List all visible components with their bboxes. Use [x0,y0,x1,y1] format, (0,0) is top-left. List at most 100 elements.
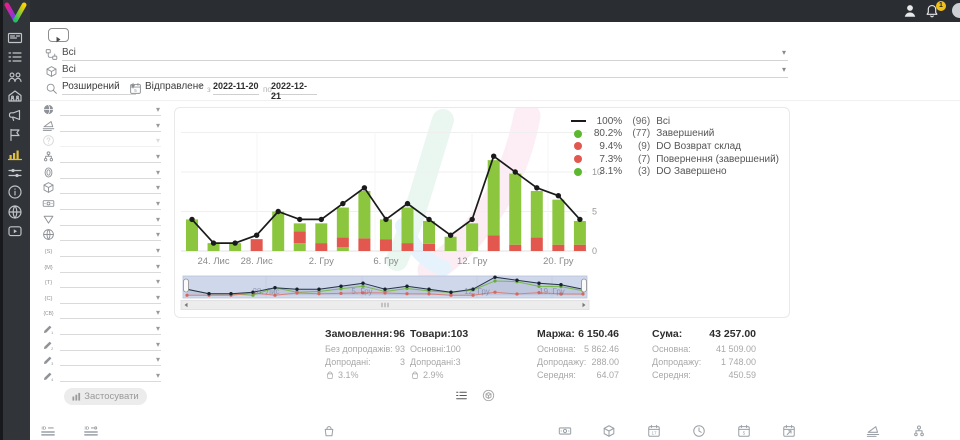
line-point[interactable] [448,233,453,238]
date-type-dropdown[interactable]: Відправлене ▾ [145,81,203,95]
filter-field[interactable] [60,256,161,257]
filter-row-sitemap[interactable]: ▾ [40,150,161,164]
filter-row-pencil-3[interactable]: 3▾ [40,353,161,367]
line-point[interactable] [556,193,561,198]
filter-field[interactable] [60,350,161,351]
line-point[interactable] [534,185,539,190]
legend-item[interactable]: 100%(96)Всі [570,115,779,128]
filter-row-tag-m[interactable]: {M}▾ [40,260,161,274]
toolbar-banknote-icon[interactable] [558,424,572,438]
bar-segment [445,237,457,251]
line-point[interactable] [513,169,518,174]
sidebar-flag-icon[interactable] [7,127,23,143]
app-logo-icon[interactable] [4,2,27,23]
filter-field[interactable] [60,193,161,194]
legend-item[interactable]: 3.1%(3)DO Завершено [570,165,779,178]
filter-field[interactable] [60,334,161,335]
sidebar-analytics-icon[interactable] [7,146,23,162]
filter-row-tag-t[interactable]: {T}▾ [40,275,161,289]
line-point[interactable] [426,217,431,222]
line-point[interactable] [469,217,474,222]
filter-field[interactable] [60,287,161,288]
sidebar-globe-icon[interactable] [7,204,23,220]
filter-field[interactable] [60,381,161,382]
legend-item[interactable]: 80.2%(77)Завершений [570,128,779,141]
filter-row-globe[interactable]: ▾ [40,228,161,242]
line-point[interactable] [405,201,410,206]
sidebar-orders-list-icon[interactable] [7,49,23,65]
line-point[interactable] [276,209,281,214]
date-to-field[interactable]: 2022-12-21 [271,81,317,95]
filter-field[interactable] [60,209,161,210]
filter-field[interactable] [60,146,161,147]
sidebar-sliders-icon[interactable] [7,165,23,181]
filter-field[interactable] [60,240,161,241]
legend-item[interactable]: 9.4%(9)DO Возврат склад [570,140,779,153]
bars[interactable] [186,160,586,251]
filter-field[interactable] [60,131,161,132]
toolbar-id-lines-icon[interactable]: ID [41,424,55,438]
filter-row-funnel[interactable]: ▾ [40,213,161,227]
line-point[interactable] [362,185,367,190]
toolbar-clock-icon[interactable] [692,424,706,438]
sidebar-megaphone-icon[interactable] [7,107,23,123]
view-toggle-list-toggle[interactable] [455,389,468,402]
filter-row-tag-cb[interactable]: {CB}▾ [40,306,161,320]
line-point[interactable] [491,154,496,159]
filter-row-globe-filled[interactable]: ▾ [40,103,161,117]
line-point[interactable] [340,201,345,206]
filter-field[interactable] [60,303,161,304]
filter-row-tag-c[interactable]: {C}▾ [40,291,161,305]
toolbar-calendar-17-icon[interactable]: 17 [647,424,661,438]
filter-row-package[interactable]: ▾ [40,181,161,195]
stat-row-label: Без допродажів: [325,344,393,354]
sidebar-video-icon[interactable] [7,223,23,239]
line-point[interactable] [297,217,302,222]
legend-item[interactable]: 7.3%(7)Повернення (завершений) [570,153,779,166]
line-point[interactable] [577,217,582,222]
filter-field[interactable] [60,162,161,163]
filter-row-ruler[interactable]: ▾ [40,119,161,133]
toolbar-bag-icon[interactable] [322,424,336,438]
source-dropdown[interactable]: Всі ▾ [62,47,788,61]
filter-row-fingerprint[interactable]: ▾ [40,166,161,180]
line-point[interactable] [189,217,194,222]
filter-field[interactable] [60,272,161,273]
toolbar-package-icon[interactable] [602,424,616,438]
sidebar-monitor-icon[interactable] [7,30,23,46]
filter-row-pencil-4[interactable]: 4▾ [40,369,161,383]
filter-row-pencil-2[interactable]: 2▾ [40,338,161,352]
minimap-handle-left[interactable] [184,279,189,292]
search-mode-dropdown[interactable]: Розширений ▾ [62,81,136,95]
filter-field[interactable] [60,318,161,319]
toolbar-sitemap-icon[interactable] [912,424,926,438]
filter-row-help[interactable]: ▾ [40,134,161,148]
line-point[interactable] [383,217,388,222]
line-point[interactable] [319,217,324,222]
sidebar-warehouse-icon[interactable] [7,88,23,104]
minimap-handle-right[interactable] [582,279,587,292]
product-dropdown[interactable]: Всі ▾ [62,64,788,78]
apply-button[interactable]: Застосувати [64,388,147,405]
user-icon[interactable] [902,3,918,19]
sidebar-info-icon[interactable] [7,184,23,200]
sidebar-customers-icon[interactable] [7,69,23,85]
line-point[interactable] [232,240,237,245]
filter-field[interactable] [60,225,161,226]
filter-field[interactable] [60,365,161,366]
filter-row-banknote[interactable]: ▾ [40,197,161,211]
toolbar-calendar-export-icon[interactable] [782,424,796,438]
filter-row-pencil-1[interactable]: 1▾ [40,322,161,336]
date-from-field[interactable]: 2022-11-20 [213,81,259,95]
filter-field[interactable] [60,115,161,116]
line-point[interactable] [211,240,216,245]
toolbar-id-dash-icon[interactable]: ID [84,424,98,438]
view-toggle-package-toggle[interactable] [482,389,495,402]
toolbar-calendar-b-icon[interactable]: 5 [737,424,751,438]
avatar[interactable] [952,3,960,18]
line-point[interactable] [254,233,259,238]
toolbar-ruler-icon[interactable] [866,424,880,438]
filter-row-tag-s[interactable]: {S}▾ [40,244,161,258]
collapse-filters-button[interactable] [48,28,69,42]
filter-field[interactable] [60,178,161,179]
